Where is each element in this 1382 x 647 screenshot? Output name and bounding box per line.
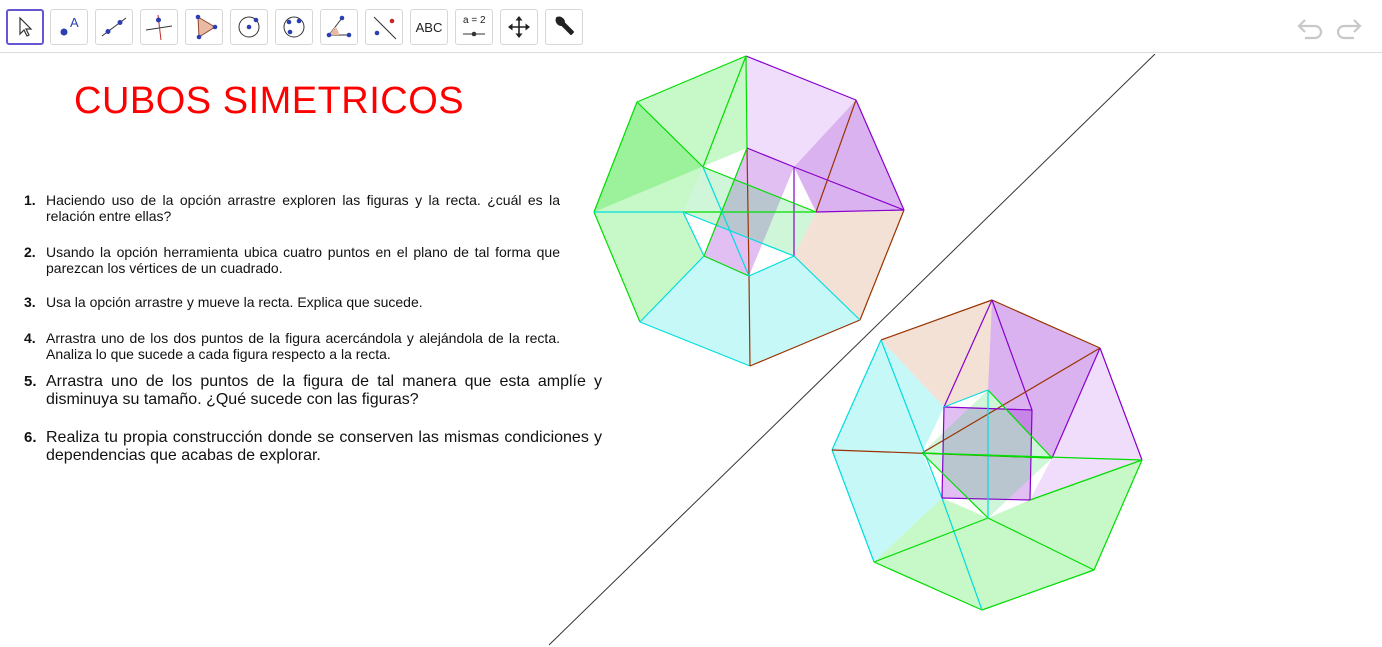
cube-bottom-right[interactable]: [831, 299, 1143, 611]
point-icon: [60, 28, 68, 36]
cube-top-left[interactable]: [593, 55, 905, 367]
circle-center-point-tool[interactable]: [230, 9, 268, 45]
slider-tool[interactable]: a = 2: [455, 9, 493, 45]
line-tool[interactable]: [95, 9, 133, 45]
angle-tool[interactable]: [320, 9, 358, 45]
text-icon: ABC: [415, 19, 443, 35]
polygon-tool[interactable]: [185, 9, 223, 45]
text-tool[interactable]: ABC: [410, 9, 448, 45]
reflect-line-tool[interactable]: [365, 9, 403, 45]
point-tool[interactable]: A: [50, 9, 88, 45]
arrow-cursor-icon: [19, 16, 33, 37]
circle-three-points-icon: [283, 16, 305, 38]
line-through-points-icon: [101, 17, 127, 37]
move-view-icon: [508, 16, 530, 38]
toolbar: A ABC a = 2: [0, 0, 1382, 53]
tools-button[interactable]: [545, 9, 583, 45]
point-tool-label: A: [70, 15, 79, 30]
perpendicular-line-tool[interactable]: [140, 9, 178, 45]
slider-icon-label: a = 2: [463, 15, 486, 26]
wrench-icon: [555, 16, 574, 35]
redo-icon[interactable]: [1332, 14, 1364, 40]
reflect-about-line-icon: [373, 16, 397, 40]
polygon-icon: [195, 14, 218, 40]
move-graphics-view-tool[interactable]: [500, 9, 538, 45]
circle-three-points-tool[interactable]: [275, 9, 313, 45]
perpendicular-line-icon: [145, 14, 173, 41]
angle-icon: [326, 15, 352, 38]
move-tool[interactable]: [6, 9, 44, 45]
page-title: CUBOS SIMETRICOS: [74, 80, 465, 122]
circle-center-icon: [238, 16, 260, 38]
undo-icon[interactable]: [1295, 14, 1327, 40]
